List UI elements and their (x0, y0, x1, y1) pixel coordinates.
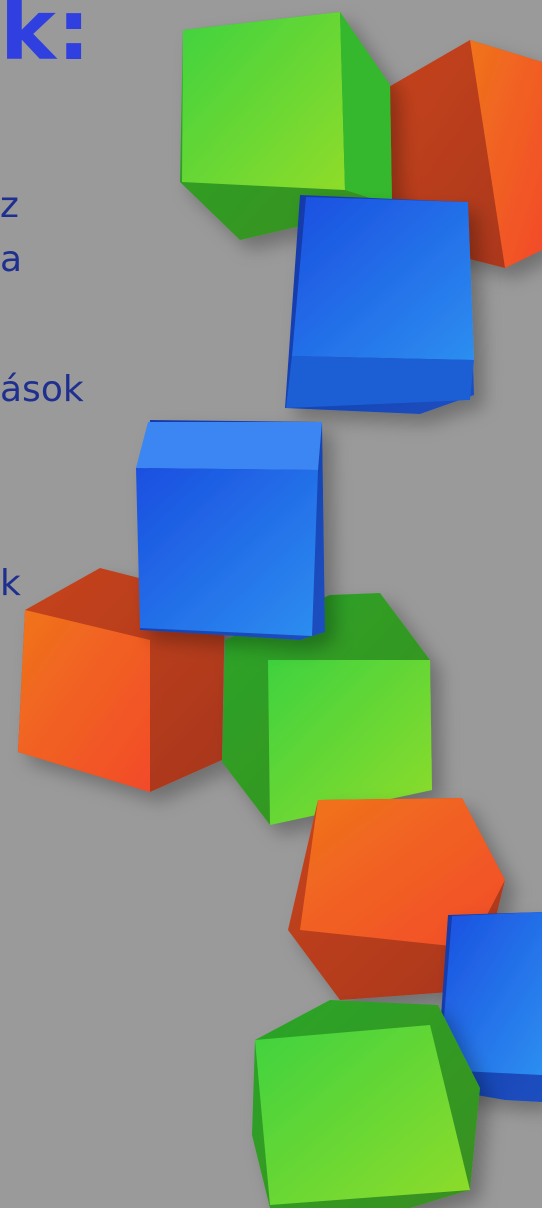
blue-cube (285, 195, 474, 414)
green-cube (252, 1000, 480, 1208)
blue-cube (136, 420, 325, 640)
cubes-illustration (18, 12, 542, 1208)
